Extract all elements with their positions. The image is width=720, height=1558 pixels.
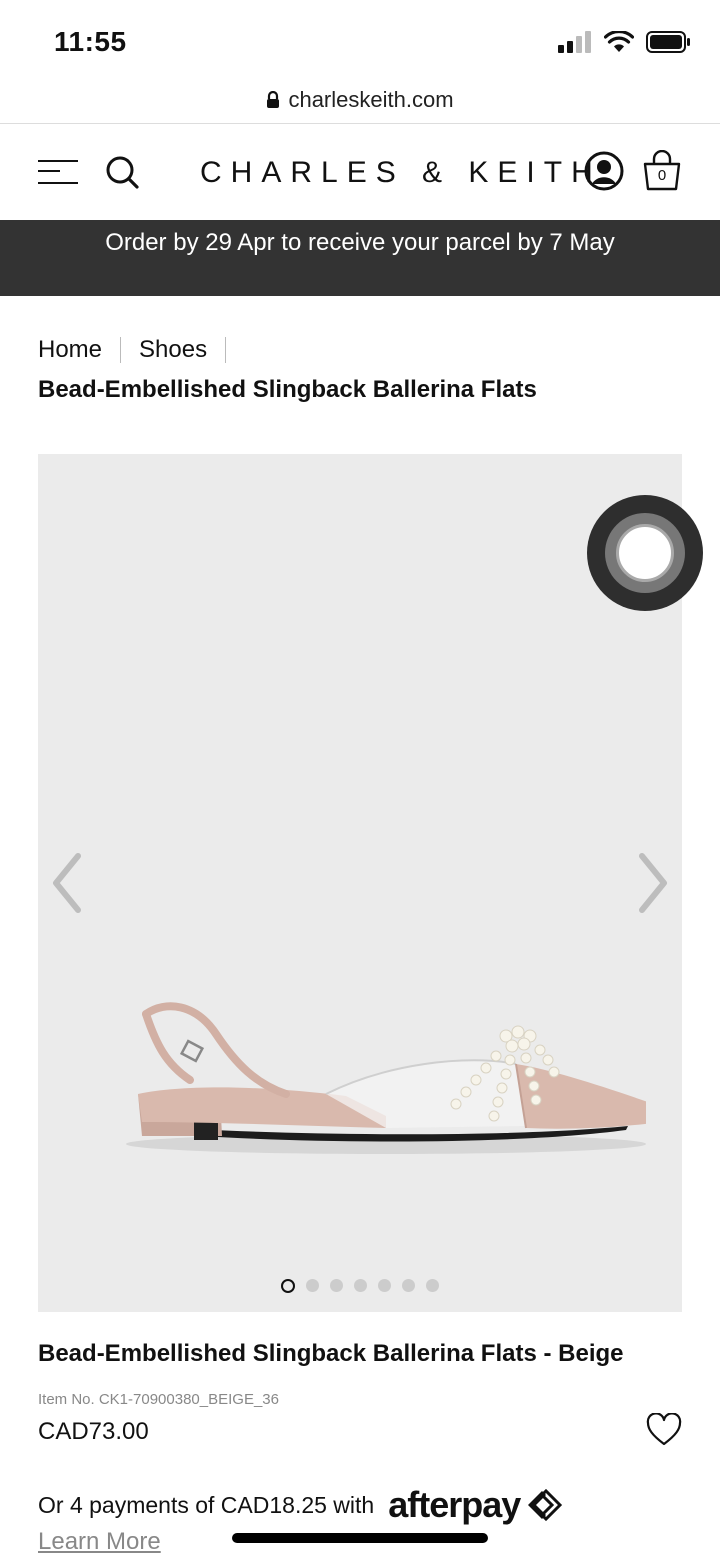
shopping-bag-button[interactable]: 0 (641, 149, 683, 192)
brand-logo[interactable]: CHARLES & KEITH (200, 156, 602, 190)
home-indicator[interactable] (232, 1533, 488, 1543)
hamburger-menu-icon (38, 170, 60, 172)
breadcrumb-separator (225, 337, 227, 363)
product-gallery[interactable] (38, 454, 682, 1312)
breadcrumb: Home Shoes (38, 336, 244, 364)
gallery-pagination (38, 1279, 682, 1293)
hamburger-menu-icon (38, 182, 78, 184)
address-bar[interactable]: charleskeith.com (0, 78, 720, 122)
hamburger-menu-icon (38, 160, 78, 162)
url-text: charleskeith.com (288, 87, 454, 112)
gallery-dot[interactable] (354, 1279, 367, 1292)
user-account-icon[interactable] (584, 151, 624, 191)
wifi-icon (604, 31, 634, 52)
lock-icon (267, 91, 280, 108)
afterpay-logo: afterpay (388, 1484, 521, 1525)
product-name: Bead-Embellished Slingback Ballerina Fla… (38, 1340, 624, 1367)
status-bar: 11:55 (0, 0, 720, 80)
afterpay-installments: Or 4 payments of CAD18.25 with afterpay (38, 1484, 566, 1526)
assistive-touch-button[interactable] (587, 495, 703, 611)
bag-count: 0 (657, 167, 667, 184)
breadcrumb-shoes[interactable]: Shoes (139, 336, 207, 364)
installments-text: Or 4 payments of CAD18.25 with (38, 1491, 375, 1518)
product-price: CAD73.00 (38, 1418, 149, 1445)
assistive-touch-core (616, 524, 674, 582)
gallery-dot[interactable] (330, 1279, 343, 1292)
cellular-signal-icon (558, 31, 591, 53)
afterpay-arrows-icon (528, 1488, 563, 1522)
status-icons (558, 30, 692, 54)
gallery-dot[interactable] (378, 1279, 391, 1292)
chevron-left-icon[interactable] (50, 852, 84, 914)
delivery-banner: Order by 29 Apr to receive your parcel b… (0, 220, 720, 296)
gallery-dot[interactable] (306, 1279, 319, 1292)
heart-icon[interactable] (646, 1413, 682, 1447)
search-icon[interactable] (104, 154, 140, 190)
battery-icon (646, 31, 690, 53)
gallery-dot[interactable] (426, 1279, 439, 1292)
gallery-dot[interactable] (402, 1279, 415, 1292)
gallery-dot[interactable] (281, 1279, 295, 1293)
learn-more-link[interactable]: Learn More (38, 1528, 161, 1556)
breadcrumb-separator (120, 337, 122, 363)
item-number: Item No. CK1-70900380_BEIGE_36 (38, 1391, 279, 1408)
breadcrumb-home[interactable]: Home (38, 336, 102, 364)
page-title: Bead-Embellished Slingback Ballerina Fla… (38, 376, 537, 403)
product-image (126, 1002, 646, 1154)
chevron-right-icon[interactable] (636, 852, 670, 914)
menu-button[interactable] (38, 160, 78, 186)
status-time: 11:55 (54, 26, 127, 57)
